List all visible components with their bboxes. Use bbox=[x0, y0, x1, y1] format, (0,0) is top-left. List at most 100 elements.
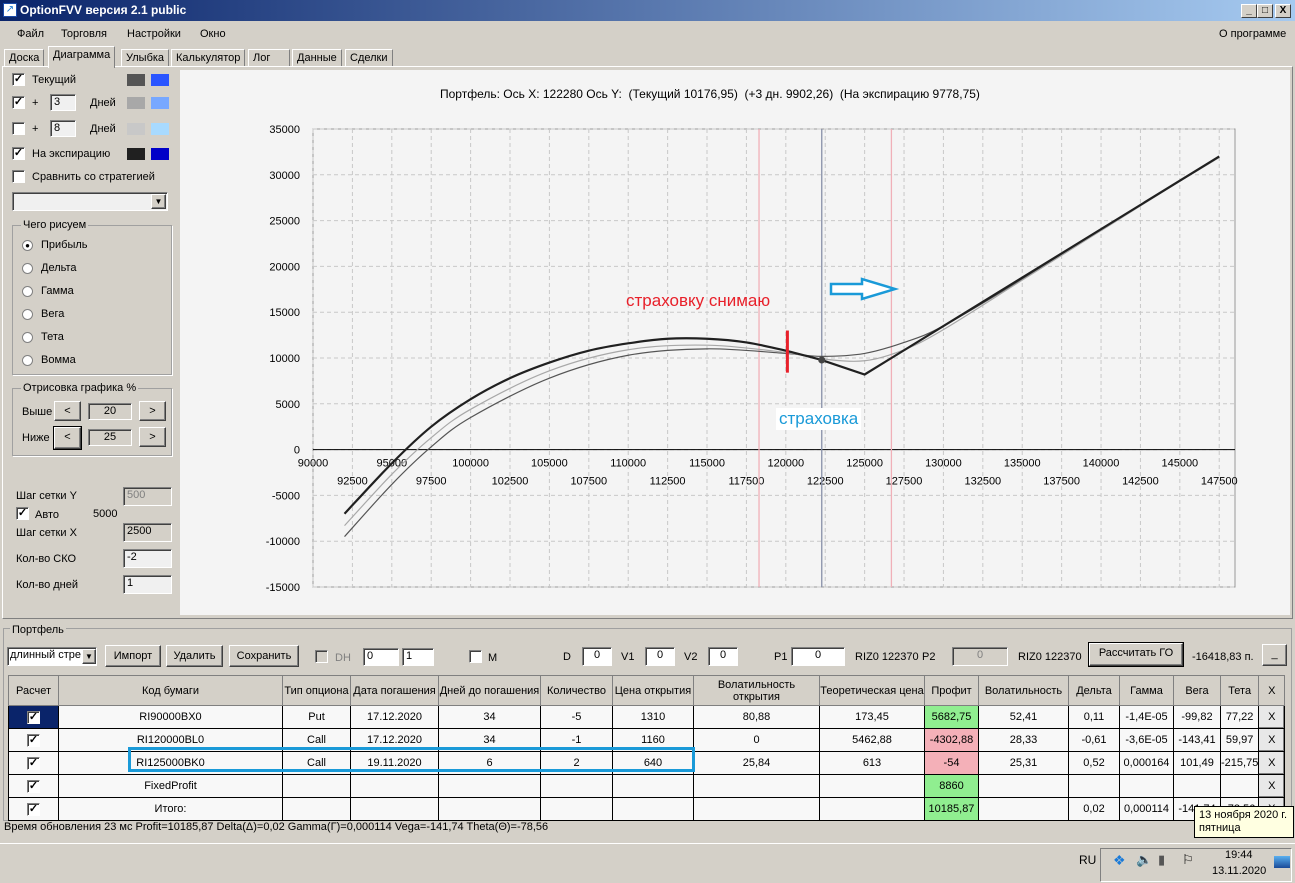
table-cell: -215,75 bbox=[1219, 751, 1260, 775]
calc-checkbox[interactable]: ✓ bbox=[27, 779, 40, 793]
table-cell bbox=[1119, 774, 1174, 798]
y-tick-label: 35000 bbox=[269, 124, 300, 136]
table-cell: -5 bbox=[540, 705, 613, 729]
table-cell: -3,6E-05 bbox=[1119, 728, 1174, 752]
remove-row-button[interactable]: X bbox=[1258, 774, 1286, 798]
import-button[interactable]: Импорт bbox=[105, 645, 161, 667]
table-cell bbox=[1173, 774, 1221, 798]
clock-date[interactable]: 13.11.2020 bbox=[1212, 865, 1266, 877]
x-tick-label: 145000 bbox=[1161, 458, 1198, 470]
delete-button[interactable]: Удалить bbox=[166, 645, 223, 667]
calculate-go-button[interactable]: Рассчитать ГО bbox=[1088, 642, 1184, 667]
table-cell: 19.11.2020 bbox=[350, 751, 439, 775]
p1-input[interactable]: 0 bbox=[791, 647, 845, 666]
column-header[interactable]: Гамма bbox=[1119, 675, 1174, 706]
flag-icon[interactable]: ⚐ bbox=[1182, 852, 1194, 868]
column-header[interactable]: Расчет bbox=[8, 675, 59, 706]
remove-row-button[interactable]: X bbox=[1258, 705, 1286, 729]
table-cell bbox=[1219, 774, 1260, 798]
column-header[interactable]: Дней до погашения bbox=[438, 675, 541, 706]
p2-input: 0 bbox=[952, 647, 1008, 666]
table-cell: 0,000114 bbox=[1119, 797, 1174, 821]
column-header[interactable]: Теоретическая цена bbox=[819, 675, 925, 706]
table-cell bbox=[282, 797, 351, 821]
column-header[interactable]: X bbox=[1258, 675, 1286, 706]
column-header[interactable]: Количество bbox=[540, 675, 613, 706]
table-cell: -143,41 bbox=[1173, 728, 1221, 752]
table-cell bbox=[819, 797, 925, 821]
dh-checkbox[interactable] bbox=[315, 650, 328, 663]
column-header[interactable]: Код бумаги bbox=[58, 675, 283, 706]
calc-cell[interactable]: ✓ bbox=[8, 797, 59, 821]
calc-cell[interactable]: ✓ bbox=[8, 774, 59, 798]
go-value: -16418,83 п. bbox=[1192, 651, 1254, 663]
collapse-button[interactable]: _ bbox=[1262, 644, 1287, 666]
table-cell: 613 bbox=[819, 751, 925, 775]
v1-input[interactable]: 0 bbox=[645, 647, 675, 666]
x-tick-label: 130000 bbox=[925, 458, 962, 470]
language-indicator[interactable]: RU bbox=[1079, 853, 1096, 867]
column-header[interactable]: Вега bbox=[1173, 675, 1221, 706]
table-cell: RI125000BK0 bbox=[58, 751, 283, 775]
save-button[interactable]: Сохранить bbox=[229, 645, 299, 667]
d-input[interactable]: 0 bbox=[582, 647, 612, 666]
remove-row-button[interactable]: X bbox=[1258, 728, 1286, 752]
calc-cell[interactable]: ✓ bbox=[8, 728, 59, 752]
power-icon[interactable]: ▮ bbox=[1158, 852, 1165, 868]
table-cell: 6 bbox=[438, 751, 541, 775]
tab-diagram[interactable]: Диаграмма bbox=[48, 46, 116, 68]
column-header[interactable]: Профит bbox=[924, 675, 979, 706]
table-cell: 0,11 bbox=[1068, 705, 1120, 729]
chevron-down-icon[interactable]: ▼ bbox=[82, 649, 96, 664]
column-header[interactable]: Волатильность открытия bbox=[693, 675, 820, 706]
remove-row-button[interactable]: X bbox=[1258, 751, 1286, 775]
table-cell: FixedProfit bbox=[58, 774, 283, 798]
table-cell: 80,88 bbox=[693, 705, 820, 729]
volume-icon[interactable]: 🔈 bbox=[1136, 852, 1152, 868]
calc-checkbox[interactable]: ✓ bbox=[27, 710, 40, 724]
table-cell bbox=[612, 797, 694, 821]
dh-stepper-1[interactable]: 0 bbox=[363, 648, 399, 666]
table-cell bbox=[1068, 774, 1120, 798]
table-cell: Итого: bbox=[58, 797, 283, 821]
table-cell: 34 bbox=[438, 705, 541, 729]
column-header[interactable]: Волатильность bbox=[978, 675, 1069, 706]
calc-cell[interactable]: ✓ bbox=[8, 705, 59, 729]
v2-input[interactable]: 0 bbox=[708, 647, 738, 666]
clock-time[interactable]: 19:44 bbox=[1225, 849, 1253, 861]
table-row[interactable]: ✓ RI120000BL0 Call 17.12.2020 34 -1 1160 0 5462,… bbox=[8, 728, 1286, 752]
table-row[interactable]: ✓ RI90000BX0 Put 17.12.2020 34 -5 1310 80,88 173… bbox=[8, 705, 1286, 729]
calc-checkbox[interactable]: ✓ bbox=[27, 733, 40, 747]
table-cell bbox=[438, 797, 541, 821]
y-tick-label: 0 bbox=[294, 445, 300, 457]
network-icon[interactable]: ❖ bbox=[1113, 852, 1126, 869]
column-header[interactable]: Цена открытия bbox=[612, 675, 694, 706]
x-tick-label: 135000 bbox=[1004, 458, 1041, 470]
column-header[interactable]: Дельта bbox=[1068, 675, 1120, 706]
v2-label: V2 bbox=[684, 651, 698, 663]
table-cell: -0,61 bbox=[1068, 728, 1120, 752]
table-row[interactable]: ✓ RI125000BK0 Call 19.11.2020 6 2 640 25,84 613-… bbox=[8, 751, 1286, 775]
table-cell: 173,45 bbox=[819, 705, 925, 729]
calc-checkbox[interactable]: ✓ bbox=[27, 802, 40, 816]
table-cell: -99,82 bbox=[1173, 705, 1221, 729]
table-cell: -4302,88 bbox=[924, 728, 979, 752]
x-tick-label: 107500 bbox=[570, 476, 607, 488]
table-row[interactable]: ✓Итого:10185,870,020,000114-141,74-78,56… bbox=[8, 797, 1286, 821]
y-tick-label: -10000 bbox=[266, 536, 300, 548]
p1-label: P1 bbox=[774, 651, 788, 663]
calc-checkbox[interactable]: ✓ bbox=[27, 756, 40, 770]
show-desktop-icon[interactable] bbox=[1274, 856, 1290, 868]
column-header[interactable]: Дата погашения bbox=[350, 675, 439, 706]
table-cell: 25,84 bbox=[693, 751, 820, 775]
table-row[interactable]: ✓ FixedProfit 8860 X bbox=[8, 774, 1286, 798]
column-header[interactable]: Тета bbox=[1219, 675, 1260, 706]
y-tick-label: 5000 bbox=[276, 399, 300, 411]
dh-stepper-2[interactable]: 1 bbox=[402, 648, 434, 666]
calc-cell[interactable]: ✓ bbox=[8, 751, 59, 775]
column-header[interactable]: Тип опциона bbox=[282, 675, 351, 706]
table-cell bbox=[540, 797, 613, 821]
table-cell: RI120000BL0 bbox=[58, 728, 283, 752]
m-checkbox[interactable] bbox=[469, 650, 482, 663]
tooltip-weekday: пятница bbox=[1199, 822, 1241, 834]
